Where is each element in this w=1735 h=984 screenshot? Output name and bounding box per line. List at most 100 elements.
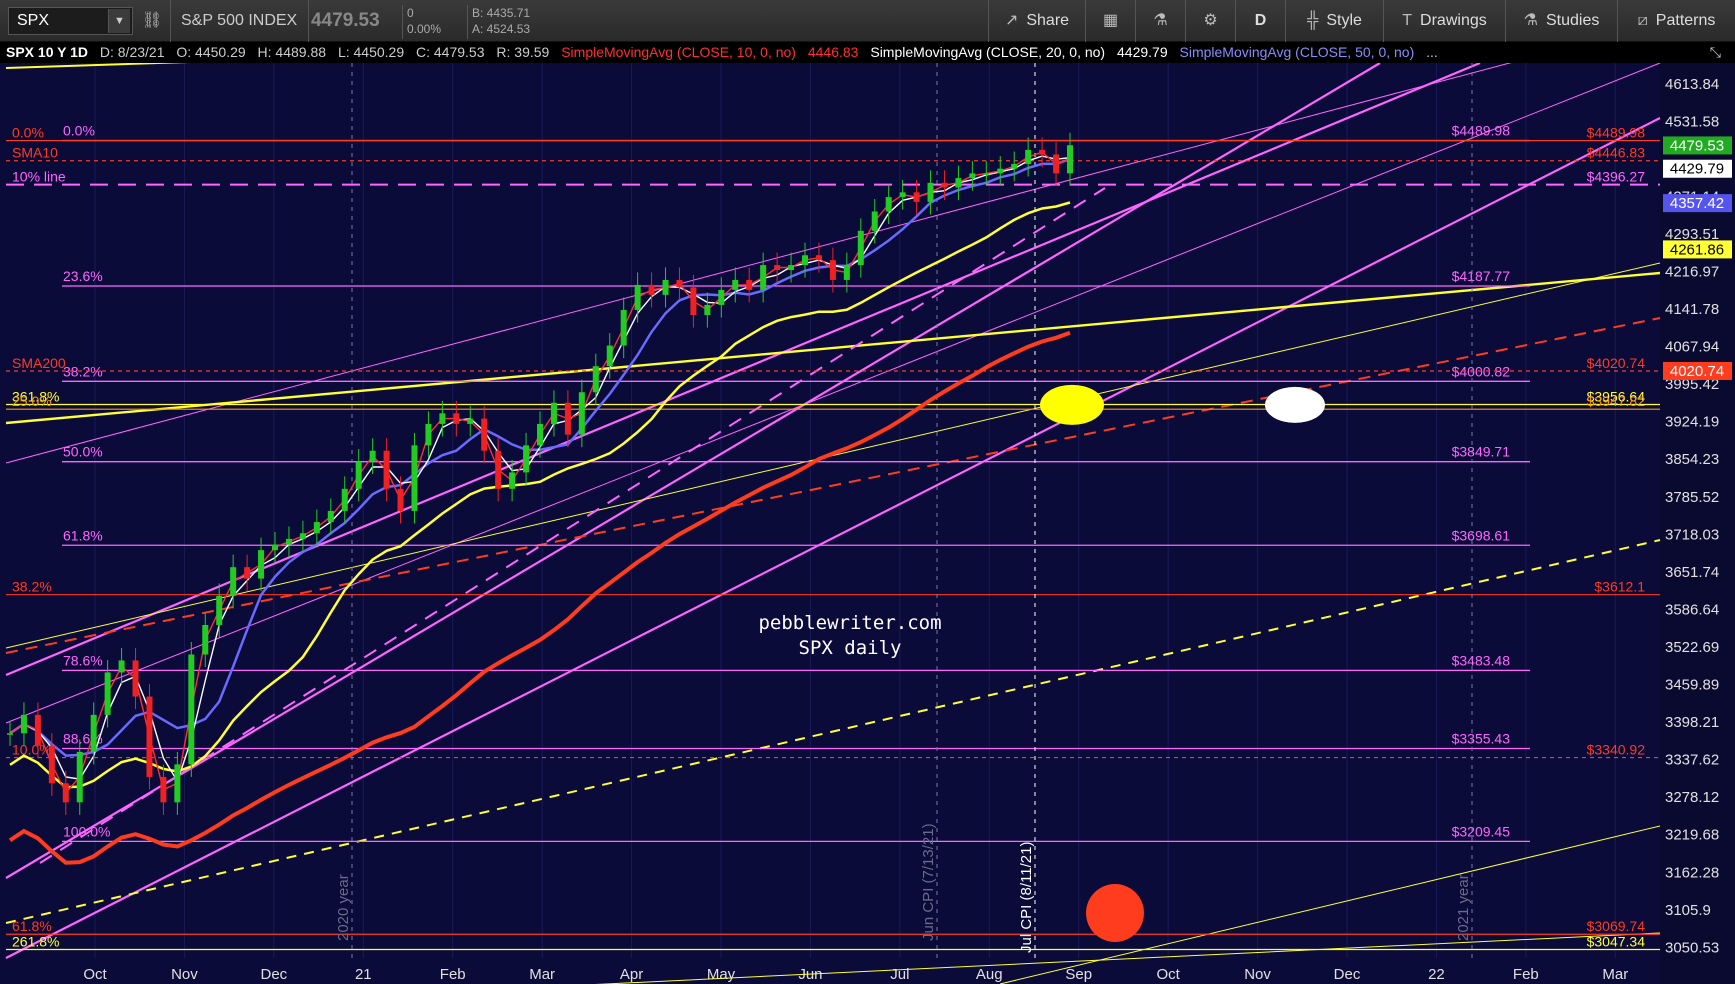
candle-body-18 (258, 550, 265, 579)
candle-body-60 (843, 265, 850, 280)
settings-button[interactable]: ⚙ (1185, 0, 1235, 42)
candle-body-30 (425, 423, 432, 446)
candle-body-61 (857, 230, 864, 266)
candle-body-40 (564, 402, 571, 435)
text-tool-icon: T (1402, 12, 1413, 29)
level-price-0: $4396.27 (1587, 169, 1646, 185)
x-tick-label-3: 21 (355, 966, 372, 983)
candle-body-2 (34, 714, 41, 746)
candle-body-62 (871, 211, 878, 231)
study-overflow[interactable]: ... (1418, 44, 1438, 60)
red-level-pct-2: SMA200 (12, 355, 66, 371)
x-tick-label-4: Feb (440, 966, 466, 983)
toolbar: SPX ▼ ⛓ S&P 500 INDEX 4479.53 0 0.00% B:… (0, 0, 1735, 42)
target-ellipse-white (1265, 386, 1325, 423)
link-icon[interactable]: ⛓ (142, 10, 162, 32)
price-tag-text-0: 4479.53 (1670, 137, 1724, 154)
candle-body-39 (550, 402, 557, 424)
candle-body-76 (1067, 145, 1073, 174)
studies-label: Studies (1545, 12, 1600, 29)
y-tick-label-5: 4141.78 (1665, 301, 1719, 318)
candle-body-35 (495, 450, 502, 489)
event-label-0: 2020 year (335, 874, 352, 941)
y-tick-label-19: 3219.68 (1665, 827, 1719, 844)
fib-level-price-4: $3698.61 (1452, 527, 1511, 543)
red-level-price-1: $4446.83 (1587, 145, 1646, 161)
candle-body-64 (899, 192, 906, 198)
red-level-pct-5: 61.8% (12, 918, 52, 934)
bid-value: B: 4435.71 (472, 6, 531, 20)
candle-body-63 (885, 197, 892, 212)
y-tick-label-14: 3522.69 (1665, 639, 1719, 656)
sma10-study-label[interactable]: SimpleMovingAvg (CLOSE, 10, 0, no) (553, 44, 796, 60)
price-tag-text-3: 4261.86 (1670, 241, 1724, 258)
y-tick-label-0: 4613.84 (1665, 76, 1719, 93)
watermark-site: pebblewriter.com (758, 612, 942, 634)
share-label: Share (1026, 12, 1070, 29)
y-tick-label-11: 3718.03 (1665, 526, 1719, 543)
grid-button[interactable]: ▦ (1085, 0, 1135, 42)
info-date: D: 8/23/21 (99, 44, 165, 60)
drawings-button[interactable]: T Drawings (1383, 0, 1505, 42)
y-tick-label-21: 3105.9 (1665, 902, 1711, 919)
candle-body-10 (146, 696, 153, 777)
fib-level-pct-1: 23.6% (63, 268, 103, 284)
candle-body-15 (216, 595, 223, 625)
level-price-2: $3047.34 (1587, 934, 1646, 950)
fib-level-pct-4: 61.8% (63, 527, 103, 543)
patterns-label: Patterns (1655, 12, 1716, 29)
candlestick-icon: ╬ (1307, 12, 1319, 29)
chart-svg[interactable]: 4613.844531.584371.144293.514216.974141.… (0, 63, 1735, 984)
candle-body-58 (815, 255, 822, 261)
price-tag-text-4: 4020.74 (1670, 363, 1724, 380)
change-value: 0 (407, 6, 414, 20)
candle-body-28 (397, 488, 404, 511)
bid-ask-box: B: 4435.71 A: 4524.53 (467, 5, 557, 39)
flask-button[interactable]: ⚗ (1135, 0, 1185, 42)
candle-body-22 (313, 522, 320, 534)
info-low: L: 4450.29 (337, 44, 405, 60)
candle-body-32 (453, 413, 460, 424)
candle-body-37 (523, 445, 530, 473)
x-tick-label-5: Mar (529, 966, 555, 983)
sma20-study-label[interactable]: SimpleMovingAvg (CLOSE, 20, 0, no) (862, 44, 1105, 60)
style-label: Style (1326, 12, 1362, 29)
candle-body-68 (955, 178, 962, 188)
red-level-price-0: $4489.98 (1587, 125, 1646, 141)
fib-level-pct-6: 88.6% (63, 731, 103, 747)
collapse-icon[interactable]: ⤡ (1710, 42, 1721, 63)
candle-body-12 (174, 764, 181, 803)
x-tick-label-13: Nov (1244, 966, 1271, 983)
symbol-dropdown-icon[interactable]: ▼ (108, 9, 130, 33)
y-tick-label-6: 4067.94 (1665, 339, 1719, 356)
studies-button[interactable]: ⚗ Studies (1505, 0, 1617, 42)
candle-body-8 (118, 660, 125, 673)
y-tick-label-13: 3586.64 (1665, 601, 1719, 618)
patterns-icon: ⧄ (1637, 12, 1648, 29)
period-button[interactable]: D (1235, 0, 1285, 42)
chart-area[interactable]: 4613.844531.584371.144293.514216.974141.… (0, 63, 1735, 984)
candle-body-65 (913, 192, 920, 202)
info-high: H: 4489.88 (257, 44, 327, 60)
y-tick-label-18: 3278.12 (1665, 789, 1719, 806)
x-tick-label-7: May (707, 966, 736, 983)
fib-level-price-7: $3209.45 (1452, 823, 1511, 839)
sma50-study-label[interactable]: SimpleMovingAvg (CLOSE, 50, 0, no) (1172, 44, 1415, 60)
flask-studies-icon: ⚗ (1523, 12, 1538, 29)
gear-icon: ⚙ (1203, 12, 1218, 29)
candle-body-46 (648, 284, 655, 295)
y-tick-label-17: 3337.62 (1665, 752, 1719, 769)
share-button[interactable]: ↗ Share (988, 0, 1085, 42)
watermark-caption: SPX daily (798, 637, 902, 659)
patterns-button[interactable]: ⧄ Patterns (1617, 0, 1735, 42)
price-tag-text-1: 4429.79 (1670, 161, 1724, 178)
y-tick-label-12: 3651.74 (1665, 564, 1719, 581)
drawings-label: Drawings (1420, 12, 1487, 29)
red-level-pct-0: 0.0% (12, 125, 44, 141)
fib-level-price-0: $4489.98 (1452, 123, 1511, 139)
candle-body-20 (285, 538, 292, 545)
style-button[interactable]: ╬ Style (1285, 0, 1383, 42)
candle-body-14 (202, 624, 209, 655)
candle-body-70 (983, 173, 990, 175)
candle-body-38 (537, 423, 543, 446)
